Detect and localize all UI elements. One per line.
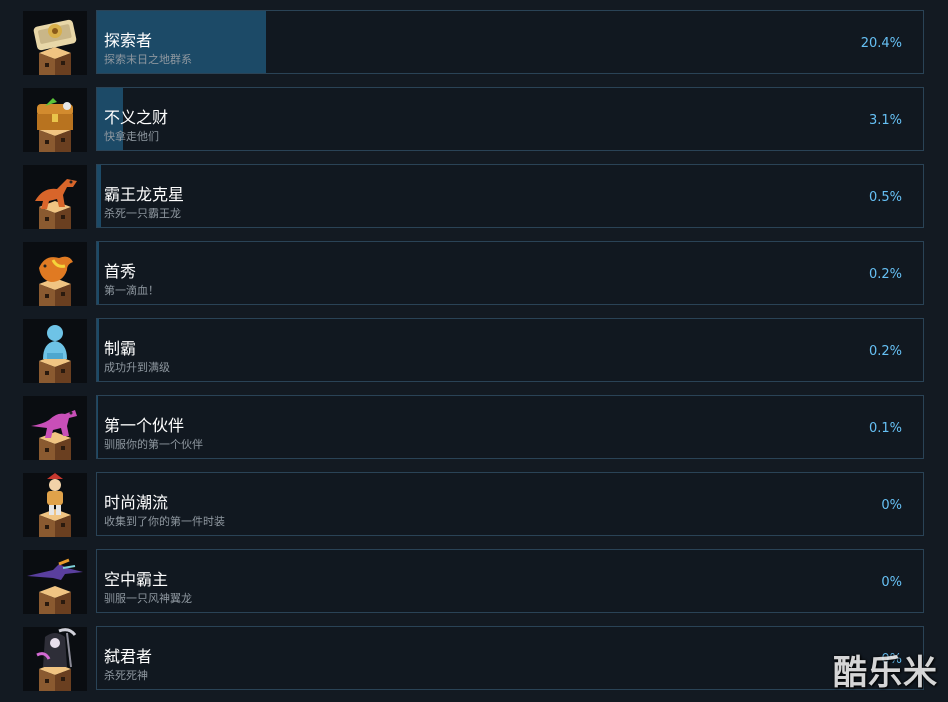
achievement-card[interactable]: 制霸成功升到满级 0.2% [96, 318, 924, 382]
achievement-row[interactable]: 时尚潮流收集到了你的第一件时装 0% [0, 472, 948, 538]
achievement-description: 探索末日之地群系 [104, 53, 192, 66]
achievement-title: 首秀 [104, 262, 137, 281]
achievement-card[interactable]: 时尚潮流收集到了你的第一件时装 0% [96, 472, 924, 536]
achievement-card[interactable]: 探索者探索末日之地群系 20.4% [96, 10, 924, 74]
achievement-row[interactable]: 不义之财快拿走他们 3.1% [0, 87, 948, 153]
costume-figure-icon [23, 473, 87, 537]
achievement-description: 快拿走他们 [104, 130, 159, 143]
achievement-card[interactable]: 第一个伙伴驯服你的第一个伙伴 0.1% [96, 395, 924, 459]
achievement-row[interactable]: 霸王龙克星杀死一只霸王龙 0.5% [0, 164, 948, 230]
achievement-description: 第一滴血！ [104, 284, 159, 297]
progress-bar-fill [97, 396, 98, 458]
achievement-title: 时尚潮流 [104, 493, 169, 512]
achievement-title: 霸王龙克星 [104, 185, 185, 204]
treasure-chest-icon [23, 88, 87, 152]
unlock-percentage: 0% [881, 575, 902, 590]
unlock-percentage: 0.5% [868, 190, 902, 205]
unlock-percentage: 0% [881, 498, 902, 513]
progress-bar-fill [97, 165, 102, 227]
unlock-percentage: 20.4% [860, 36, 902, 51]
achievement-row[interactable]: 弑君者 杀死死神 0% [0, 626, 948, 692]
achievement-description: 驯服一只风神翼龙 [104, 592, 192, 605]
progress-bar-fill [97, 242, 99, 304]
achievement-description: 成功升到满级 [104, 361, 170, 374]
achievement-card[interactable]: 霸王龙克星杀死一只霸王龙 0.5% [96, 164, 924, 228]
achievement-row[interactable]: 探索者探索末日之地群系 20.4% [0, 10, 948, 76]
unlock-percentage: 0.1% [868, 421, 902, 436]
bust-statue-icon [23, 319, 87, 383]
achievement-title: 制霸 [104, 339, 137, 358]
raptor-icon [23, 396, 87, 460]
achievement-row[interactable]: 第一个伙伴驯服你的第一个伙伴 0.1% [0, 395, 948, 461]
achievement-title: 第一个伙伴 [104, 416, 185, 435]
achievement-title: 弑君者 [104, 647, 153, 666]
achievement-description: 杀死死神 [104, 669, 148, 682]
unlock-percentage: 0.2% [868, 344, 902, 359]
achievement-card[interactable]: 空中霸主驯服一只风神翼龙 0% [96, 549, 924, 613]
achievement-description: 杀死一只霸王龙 [104, 207, 181, 220]
unlock-percentage: 3.1% [868, 113, 902, 128]
map-scroll-icon [23, 11, 87, 75]
achievement-title: 不义之财 [104, 108, 169, 127]
achievement-card[interactable]: 弑君者 杀死死神 0% [96, 626, 924, 690]
achievement-title: 空中霸主 [104, 570, 169, 589]
achievement-description: 收集到了你的第一件时装 [104, 515, 225, 528]
achievement-list: 探索者探索末日之地群系 20.4% 不义之财快拿走他们 3.1% 霸王龙克星杀死一只… [0, 0, 948, 702]
pterosaur-icon [23, 550, 87, 614]
achievement-card[interactable]: 不义之财快拿走他们 3.1% [96, 87, 924, 151]
bird-statue-icon [23, 242, 87, 306]
t-rex-icon [23, 165, 87, 229]
achievement-row[interactable]: 空中霸主驯服一只风神翼龙 0% [0, 549, 948, 615]
progress-bar-fill [97, 319, 99, 381]
achievement-card[interactable]: 首秀第一滴血！ 0.2% [96, 241, 924, 305]
reaper-icon [23, 627, 87, 691]
unlock-percentage: 0.2% [868, 267, 902, 282]
achievement-row[interactable]: 制霸成功升到满级 0.2% [0, 318, 948, 384]
achievement-row[interactable]: 首秀第一滴血！ 0.2% [0, 241, 948, 307]
achievement-title: 探索者 [104, 31, 153, 50]
watermark-logo: 酷乐米 [833, 653, 938, 693]
achievement-description: 驯服你的第一个伙伴 [104, 438, 203, 451]
